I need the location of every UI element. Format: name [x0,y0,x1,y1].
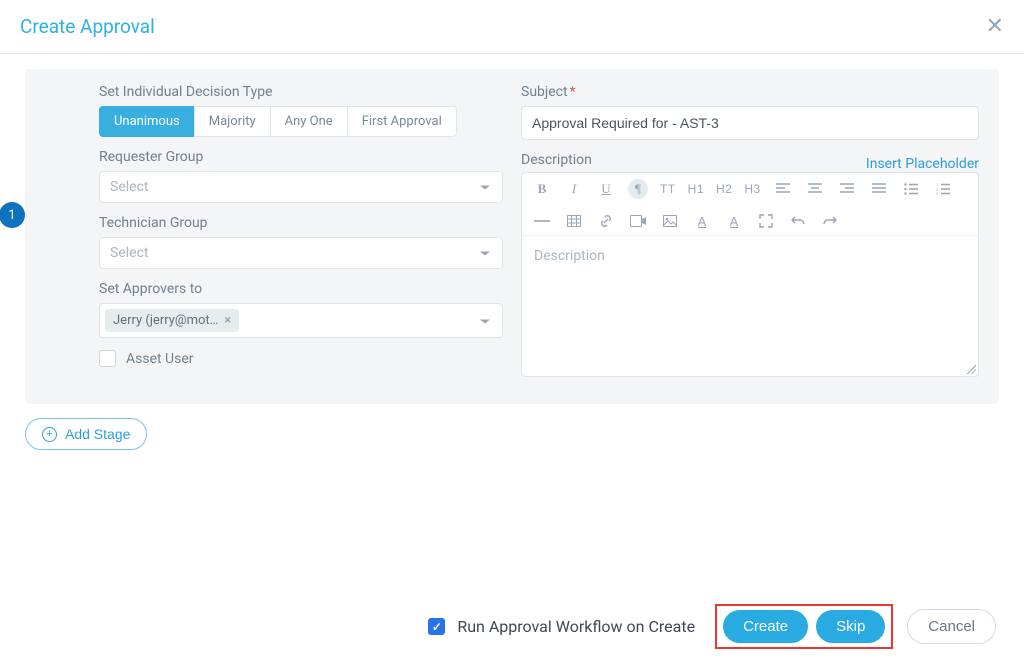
h1-icon[interactable]: H1 [688,182,704,196]
h3-icon[interactable]: H3 [744,182,760,196]
decision-majority[interactable]: Majority [194,106,271,137]
hr-icon[interactable] [532,211,552,231]
editor-toolbar: B I U ¶ TT H1 H2 H3 123 [522,173,978,236]
plus-circle-icon: + [42,427,57,442]
requester-group-placeholder: Select [110,179,148,195]
h2-icon[interactable]: H2 [716,182,732,196]
insert-placeholder-link[interactable]: Insert Placeholder [866,156,979,172]
bullet-list-icon[interactable] [901,179,921,199]
approver-chip-text: Jerry (jerry@mot… [113,313,218,328]
run-workflow-checkbox[interactable] [428,618,445,635]
modal-title: Create Approval [20,15,155,38]
image-icon[interactable] [660,211,680,231]
technician-group-placeholder: Select [110,245,148,261]
approver-chip: Jerry (jerry@mot… × [105,309,239,332]
clear-format-icon[interactable]: A [724,211,744,231]
tt-icon[interactable]: TT [660,182,676,196]
skip-button[interactable]: Skip [816,610,885,643]
description-placeholder: Description [534,248,605,264]
add-stage-label: Add Stage [65,426,130,442]
cancel-button[interactable]: Cancel [907,609,996,644]
decision-type-label: Set Individual Decision Type [99,84,503,100]
approvers-select[interactable]: Jerry (jerry@mot… × [99,303,503,338]
align-left-icon[interactable] [773,179,793,199]
paragraph-icon[interactable]: ¶ [628,179,648,199]
number-list-icon[interactable]: 123 [933,179,953,199]
highlight-box: Create Skip [715,604,893,649]
subject-input[interactable] [521,106,979,140]
approvers-label: Set Approvers to [99,281,503,297]
asset-user-checkbox[interactable] [99,350,116,367]
rich-text-editor: B I U ¶ TT H1 H2 H3 123 [521,172,979,377]
run-workflow-label: Run Approval Workflow on Create [457,617,695,636]
video-icon[interactable] [628,211,648,231]
align-center-icon[interactable] [805,179,825,199]
svg-text:3: 3 [936,191,938,195]
redo-icon[interactable] [820,211,840,231]
add-stage-button[interactable]: + Add Stage [25,418,147,450]
subject-label: Subject* [521,84,979,100]
link-icon[interactable] [596,211,616,231]
technician-group-label: Technician Group [99,215,503,231]
technician-group-select[interactable]: Select [99,237,503,269]
close-icon[interactable]: ✕ [986,16,1004,38]
requester-group-label: Requester Group [99,149,503,165]
decision-first[interactable]: First Approval [347,106,457,137]
font-color-icon[interactable]: A [692,211,712,231]
align-right-icon[interactable] [837,179,857,199]
decision-unanimous[interactable]: Unanimous [99,106,195,137]
underline-icon[interactable]: U [596,179,616,199]
decision-type-group: Unanimous Majority Any One First Approva… [99,106,457,137]
remove-approver-icon[interactable]: × [224,313,231,328]
undo-icon[interactable] [788,211,808,231]
table-icon[interactable] [564,211,584,231]
bold-icon[interactable]: B [532,179,552,199]
fullscreen-icon[interactable] [756,211,776,231]
description-textarea[interactable]: Description [522,236,978,376]
align-justify-icon[interactable] [869,179,889,199]
description-label: Description [521,152,592,168]
stage-number-badge: 1 [0,202,25,228]
resize-handle-icon[interactable] [964,362,976,374]
create-button[interactable]: Create [723,610,808,643]
decision-anyone[interactable]: Any One [270,106,348,137]
asset-user-label: Asset User [126,351,194,367]
italic-icon[interactable]: I [564,179,584,199]
requester-group-select[interactable]: Select [99,171,503,203]
